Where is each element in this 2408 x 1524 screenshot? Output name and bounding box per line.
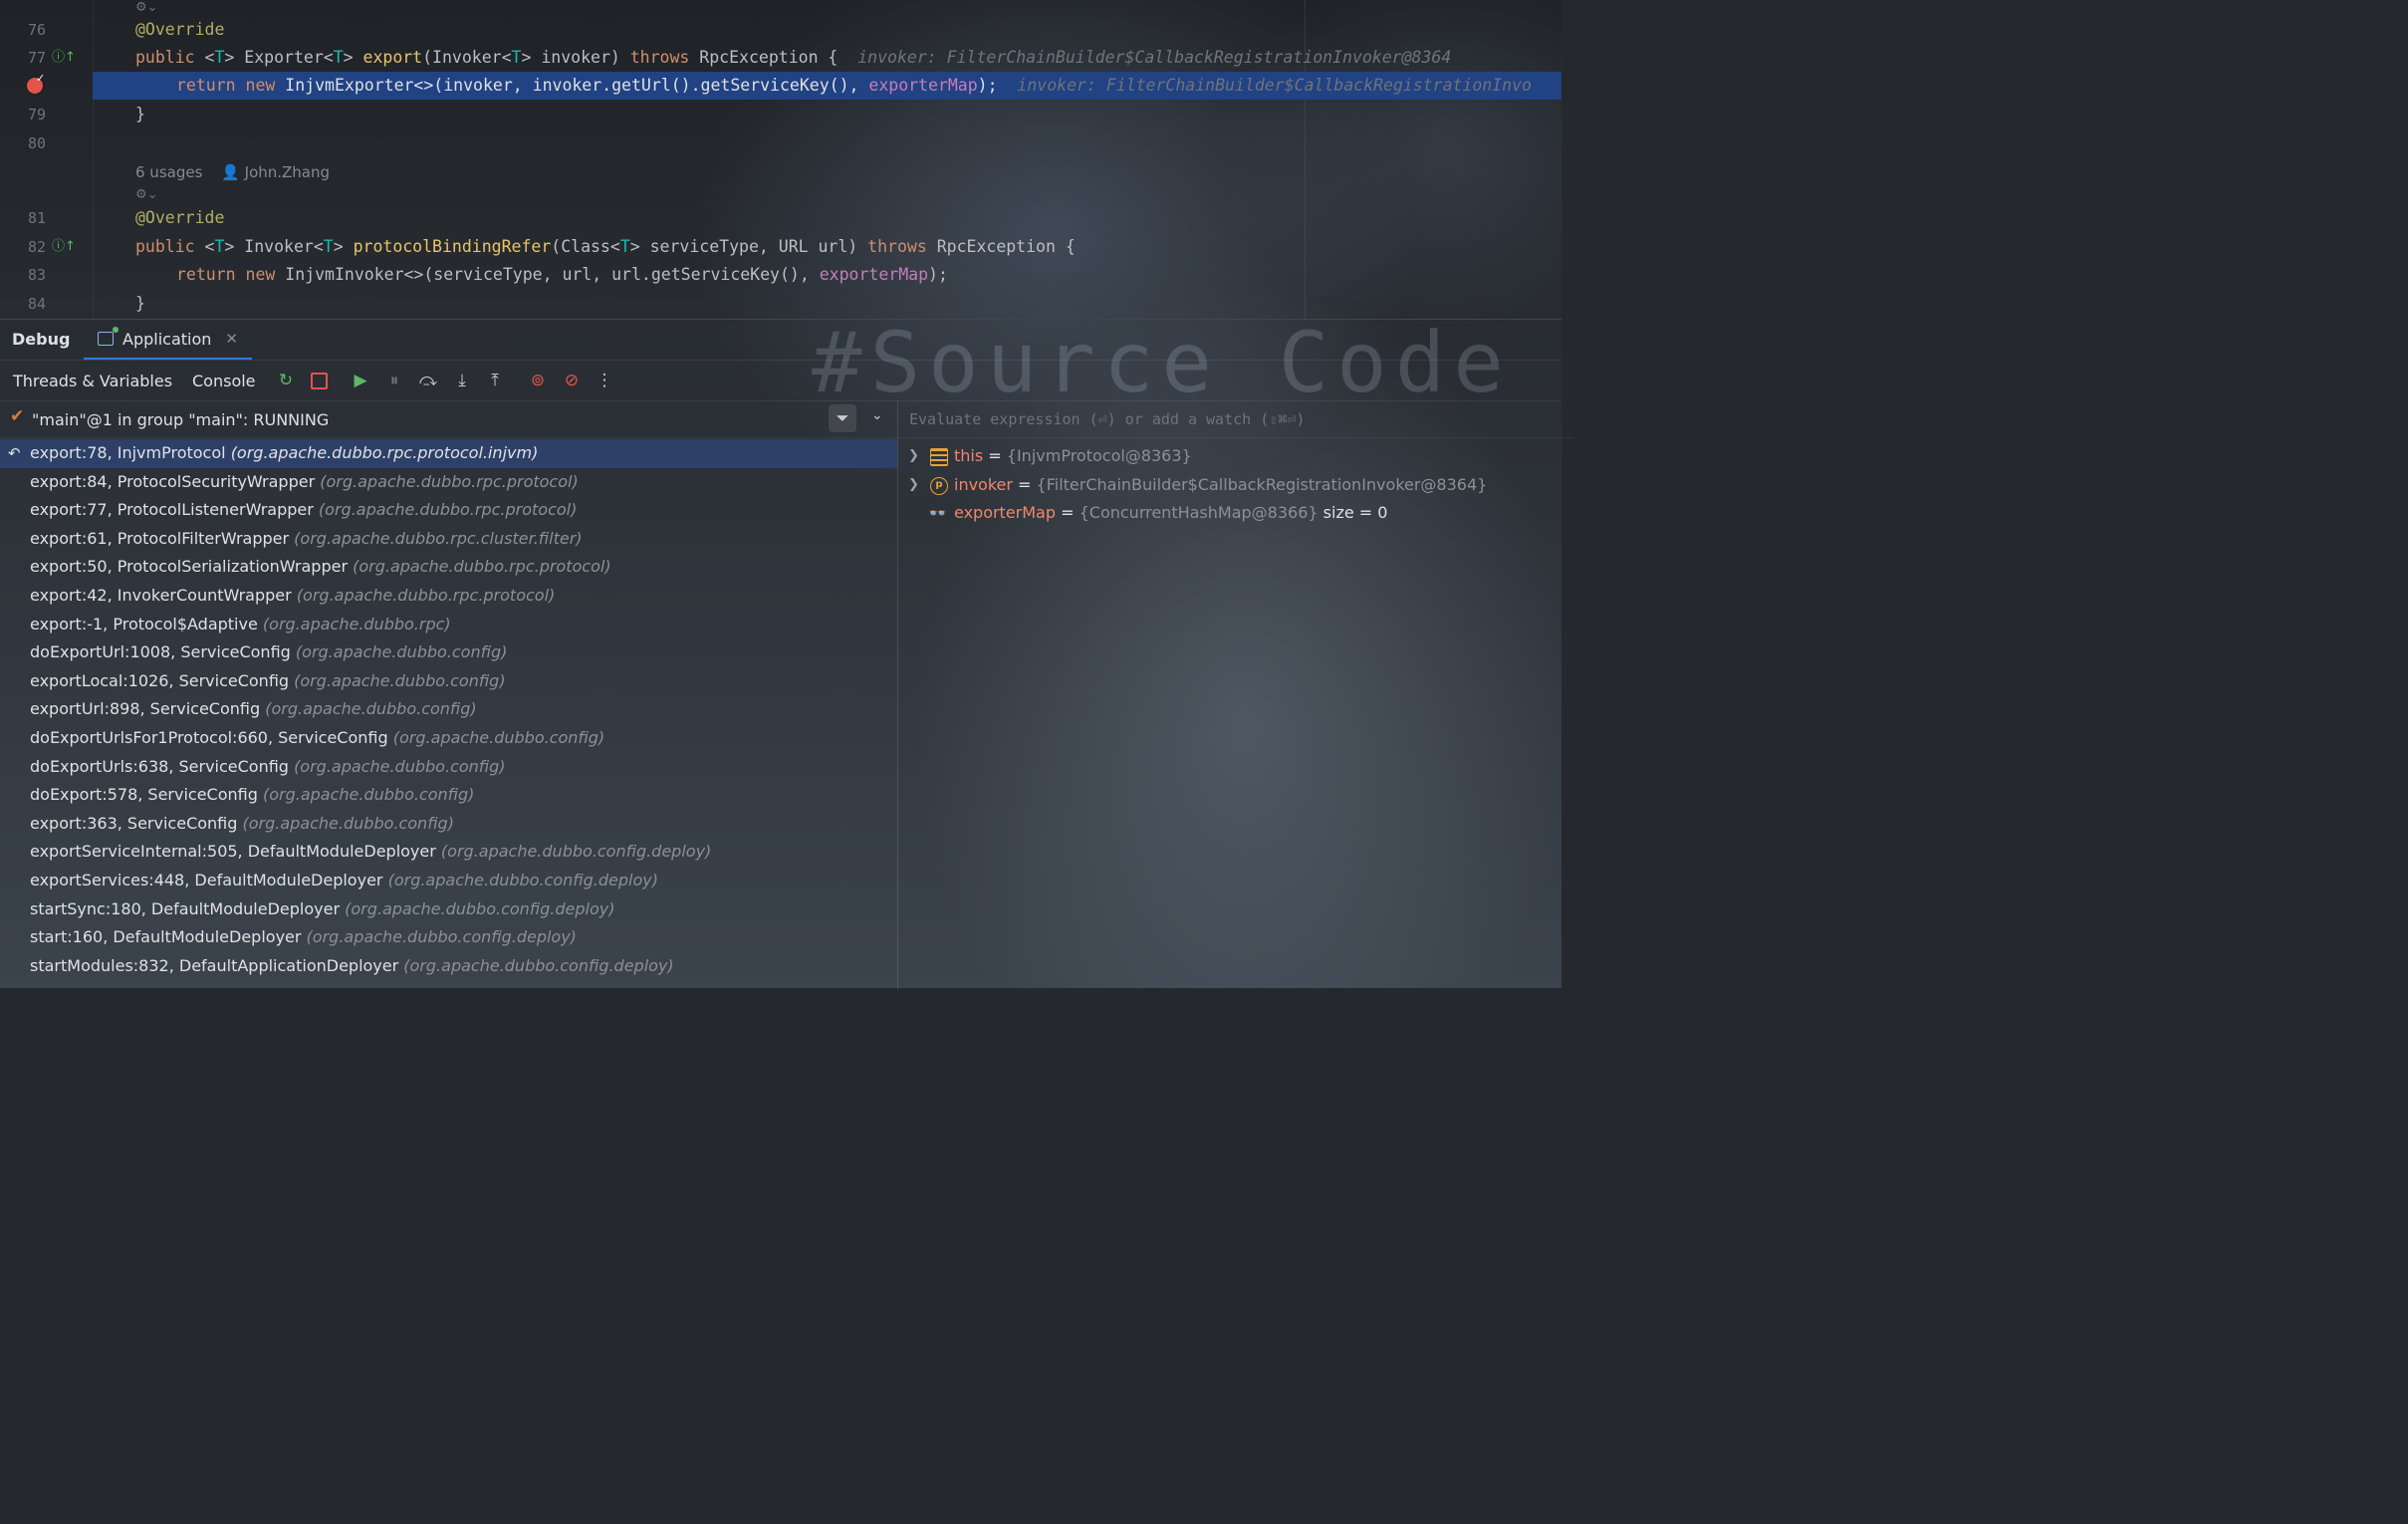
debug-toolbar: Threads & Variables Console ↻ ▶︎ ⏸ ⤼ ⤓ ⤒…	[0, 361, 1562, 401]
pause-icon[interactable]: ⏸	[381, 368, 407, 393]
frame-row[interactable]: exportServiceInternal:505, DefaultModule…	[0, 838, 897, 867]
code-line-78-current[interactable]: return new InjvmExporter<>(invoker, invo…	[93, 72, 1562, 100]
code-line-82[interactable]: 82 ⓘ↑ public <T> Invoker<T> protocolBind…	[0, 233, 1562, 261]
debug-title: Debug	[12, 330, 71, 349]
code-text: public <T> Exporter<T> export(Invoker<T>…	[135, 48, 1452, 67]
mute-breakpoints-icon[interactable]: ⊘	[559, 368, 585, 393]
line-number: 77	[27, 49, 46, 67]
inline-debug-hint: invoker: FilterChainBuilder$CallbackRegi…	[857, 48, 1452, 67]
line-number: 79	[27, 106, 46, 124]
frame-row[interactable]: start:160, DefaultModuleDeployer (org.ap…	[0, 923, 897, 952]
run-config-icon	[98, 327, 119, 346]
implements-gutter-icon[interactable]: ⓘ↑	[52, 233, 76, 261]
code-editor[interactable]: ⚙⌄ 76 @Override 77 ⓘ↑ public <T> Exporte…	[0, 0, 1562, 319]
frames-pane: ✔ "main"@1 in group "main": RUNNING ⏷ ⌄ …	[0, 401, 897, 989]
person-icon: 👤	[221, 163, 240, 181]
code-line-79[interactable]: 79 }	[0, 101, 1562, 128]
debug-header: Debug Application ✕ #Source Code	[0, 314, 1562, 411]
code-text: public <T> Invoker<T> protocolBindingRef…	[135, 237, 1076, 256]
code-line-76[interactable]: 76 @Override	[0, 16, 1562, 44]
line-number: 81	[27, 209, 46, 227]
frame-row[interactable]: export:363, ServiceConfig (org.apache.du…	[0, 810, 897, 839]
frame-row[interactable]: export:42, InvokerCountWrapper (org.apac…	[0, 582, 897, 611]
close-icon[interactable]: ✕	[225, 330, 238, 348]
frame-row[interactable]: export:61, ProtocolFilterWrapper (org.ap…	[0, 525, 897, 554]
frame-row[interactable]: export:-1, Protocol$Adaptive (org.apache…	[0, 611, 897, 639]
code-text: }	[135, 105, 145, 124]
code-line-80[interactable]: 80	[0, 129, 1562, 157]
filter-icon[interactable]: ⏷	[829, 404, 856, 432]
line-number: 76	[27, 21, 46, 39]
code-vision-usages[interactable]: 6 usages 👤 John.Zhang	[135, 158, 330, 186]
step-out-icon[interactable]: ⤒	[482, 368, 508, 393]
code-line-84[interactable]: 84 }	[0, 290, 1562, 318]
implements-gutter-icon[interactable]: ⓘ↑	[52, 44, 76, 72]
rerun-icon[interactable]: ↻	[273, 368, 299, 393]
code-line-81[interactable]: 81 @Override	[0, 204, 1562, 232]
author-name[interactable]: John.Zhang	[245, 163, 330, 181]
step-into-icon[interactable]: ⤓	[449, 368, 475, 393]
frame-row[interactable]: export:77, ProtocolListenerWrapper (org.…	[0, 496, 897, 525]
frame-row[interactable]: exportUrl:898, ServiceConfig (org.apache…	[0, 695, 897, 724]
frame-row[interactable]: startSync:180, DefaultModuleDeployer (or…	[0, 895, 897, 924]
annotation-override: @Override	[135, 20, 225, 39]
chevron-down-icon[interactable]: ⌄	[871, 407, 883, 423]
fold-inlay-icon[interactable]: ⚙⌄	[135, 187, 158, 202]
fold-inlay-icon[interactable]: ⚙⌄	[135, 0, 158, 15]
frame-row[interactable]: doExportUrlsFor1Protocol:660, ServiceCon…	[0, 724, 897, 753]
return-arrow-icon: ↶	[8, 444, 21, 462]
chevron-right-icon[interactable]: ❯	[908, 471, 919, 499]
usages-link[interactable]: 6 usages	[135, 163, 202, 181]
frame-row[interactable]: doExportUrl:1008, ServiceConfig (org.apa…	[0, 638, 897, 667]
frame-row-selected[interactable]: ↶ export:78, InjvmProtocol (org.apache.du…	[0, 439, 897, 468]
parameter-icon: p	[930, 477, 948, 495]
variables-pane: Evaluate expression (⏎) or add a watch (…	[898, 401, 1572, 989]
debug-tool-window: Debug Application ✕ #Source Code Threads…	[0, 314, 1572, 989]
frame-row[interactable]: doExportUrls:638, ServiceConfig (org.apa…	[0, 753, 897, 782]
field-icon	[930, 448, 948, 466]
line-number: 83	[27, 266, 46, 284]
frame-row[interactable]: doExport:578, ServiceConfig (org.apache.…	[0, 781, 897, 810]
variable-row-invoker[interactable]: ❯ p invoker = {FilterChainBuilder$Callba…	[898, 471, 1562, 499]
more-options-icon[interactable]: ⋮	[592, 368, 617, 393]
line-number: 82	[27, 238, 46, 256]
code-text: return new InjvmExporter<>(invoker, invo…	[176, 76, 1532, 95]
code-text: return new InjvmInvoker<>(serviceType, u…	[176, 265, 948, 284]
stop-icon	[310, 372, 328, 389]
stop-button[interactable]	[306, 368, 332, 393]
annotation-override: @Override	[135, 208, 225, 227]
step-over-icon[interactable]: ⤼	[415, 368, 441, 393]
frame-row[interactable]: startModules:832, DefaultApplicationDepl…	[0, 952, 897, 981]
thread-selector[interactable]: ✔ "main"@1 in group "main": RUNNING ⏷ ⌄	[0, 401, 897, 438]
code-line-77[interactable]: 77 ⓘ↑ public <T> Exporter<T> export(Invo…	[0, 44, 1562, 72]
line-number: 84	[27, 295, 46, 313]
glasses-watch-icon: 👓	[928, 504, 947, 522]
view-breakpoints-icon[interactable]: ⊚	[525, 368, 551, 393]
frame-row[interactable]: export:50, ProtocolSerializationWrapper …	[0, 553, 897, 582]
tab-console[interactable]: Console	[192, 372, 256, 390]
tab-application[interactable]: Application ✕	[84, 320, 252, 360]
resume-icon[interactable]: ▶︎	[348, 368, 373, 393]
variable-row-exportermap[interactable]: 👓 exporterMap = {ConcurrentHashMap@8366}…	[898, 499, 1562, 527]
gutter-line-78	[0, 72, 93, 100]
breakpoint-icon[interactable]	[27, 72, 45, 94]
code-line-83[interactable]: 83 return new InjvmInvoker<>(serviceType…	[0, 261, 1562, 289]
code-text: }	[135, 294, 145, 313]
frame-row[interactable]: export:84, ProtocolSecurityWrapper (org.…	[0, 468, 897, 497]
variable-row-this[interactable]: ❯ this = {InjvmProtocol@8363}	[898, 442, 1562, 470]
thread-label: "main"@1 in group "main": RUNNING	[32, 410, 330, 429]
evaluate-expression-input[interactable]: Evaluate expression (⏎) or add a watch (…	[898, 401, 1572, 438]
tab-threads-variables[interactable]: Threads & Variables	[13, 372, 172, 390]
frame-row[interactable]: exportServices:448, DefaultModuleDeploye…	[0, 867, 897, 895]
frame-row[interactable]: exportLocal:1026, ServiceConfig (org.apa…	[0, 667, 897, 696]
inline-debug-hint: invoker: FilterChainBuilder$CallbackRegi…	[1017, 76, 1532, 95]
frames-list: ↶ export:78, InjvmProtocol (org.apache.du…	[0, 439, 897, 980]
check-icon: ✔	[10, 406, 25, 426]
tab-label: Application	[122, 329, 212, 349]
line-number: 80	[27, 134, 46, 152]
chevron-right-icon[interactable]: ❯	[908, 442, 919, 470]
